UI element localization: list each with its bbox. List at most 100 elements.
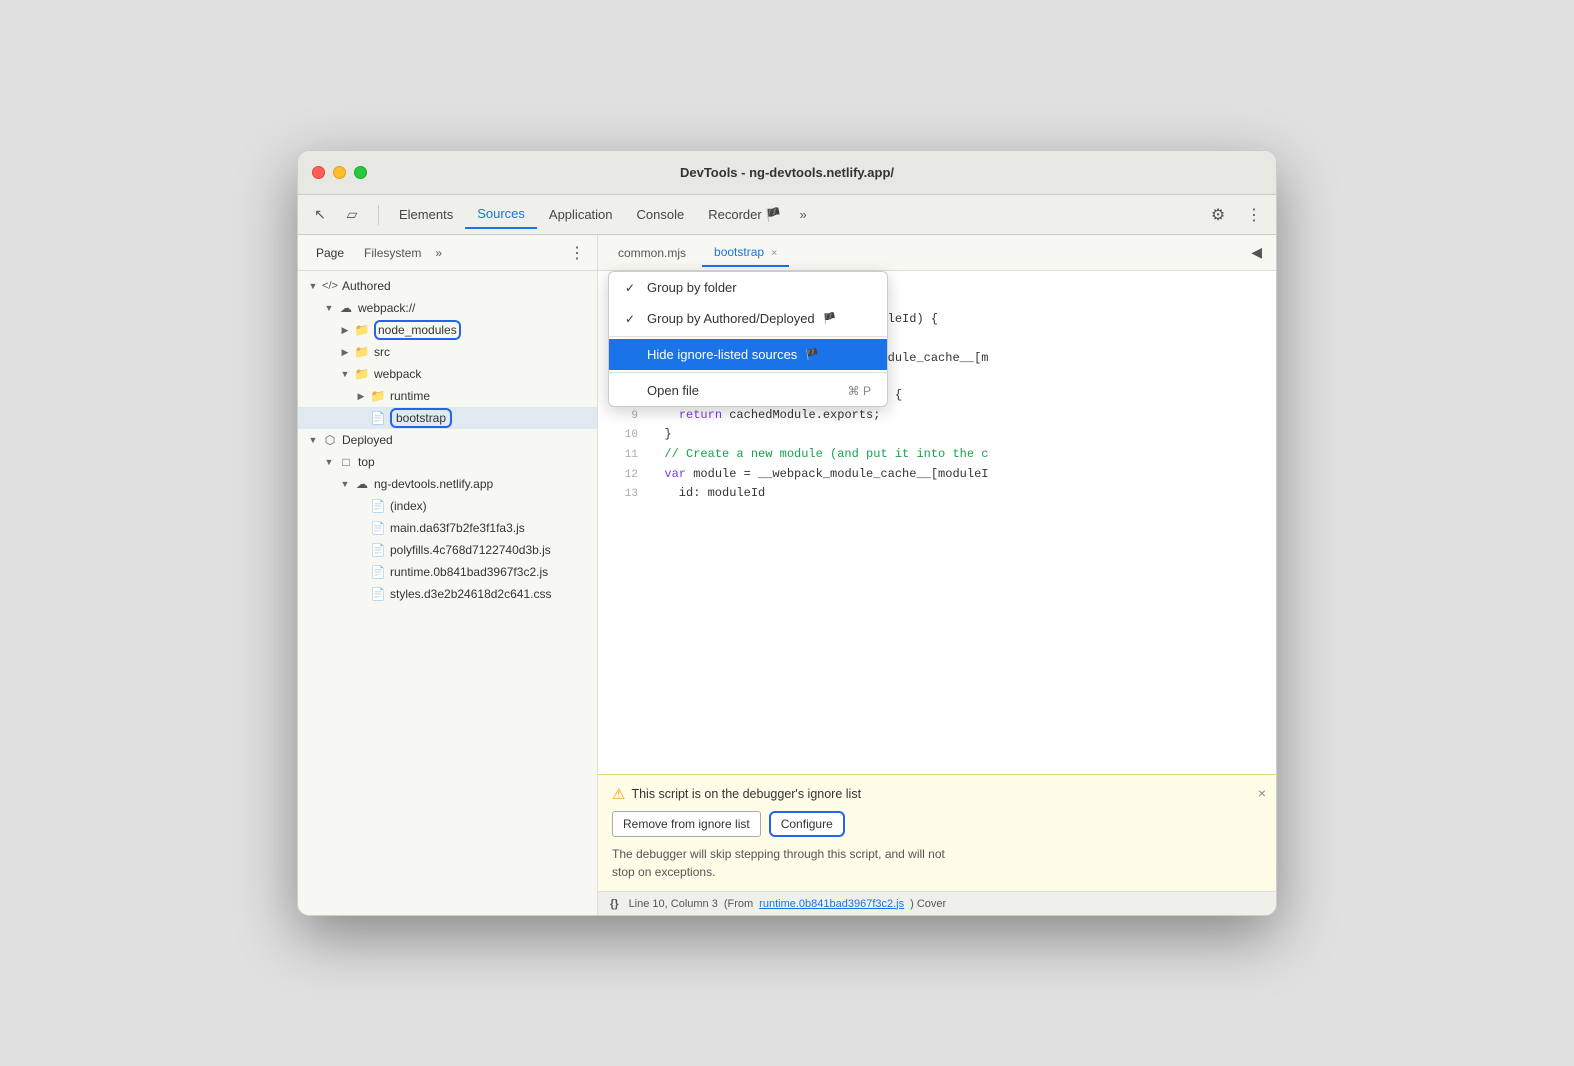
menu-item-label: Group by Authored/Deployed	[647, 311, 815, 326]
tree-arrow	[354, 521, 368, 535]
cloud-icon: ☁	[338, 300, 354, 316]
tree-polyfills-js[interactable]: 📄 polyfills.4c768d7122740d3b.js	[298, 539, 597, 561]
tab-divider	[378, 205, 379, 225]
tree-arrow: ▶	[338, 323, 352, 337]
devtools-window: DevTools - ng-devtools.netlify.app/ ↖ ▱ …	[297, 150, 1277, 916]
tree-label-circled: node_modules	[374, 320, 461, 340]
tab-settings-area: ⚙ ⋮	[1204, 201, 1268, 229]
file-tree: ▼ </> Authored ▼ ☁ webpack:// ▶ 📁 node_m…	[298, 271, 597, 915]
code-line: 12 var module = __webpack_module_cache__…	[598, 465, 1276, 485]
menu-hide-ignore-listed[interactable]: Hide ignore-listed sources 🏴	[609, 339, 887, 370]
configure-button[interactable]: Configure	[769, 811, 845, 837]
folder-icon: 📁	[354, 366, 370, 382]
sidebar-tab-filesystem[interactable]: Filesystem	[354, 240, 431, 266]
tab-label: common.mjs	[618, 246, 686, 260]
tree-runtime-js[interactable]: 📄 runtime.0b841bad3967f3c2.js	[298, 561, 597, 583]
menu-group-by-folder[interactable]: ✓ Group by folder	[609, 272, 887, 303]
tree-label: runtime.0b841bad3967f3c2.js	[390, 565, 548, 579]
tree-styles-css[interactable]: 📄 styles.d3e2b24618d2c641.css	[298, 583, 597, 605]
tab-elements[interactable]: Elements	[387, 201, 465, 228]
tab-console[interactable]: Console	[625, 201, 697, 228]
folder-icon: 📁	[354, 322, 370, 338]
maximize-button[interactable]	[354, 166, 367, 179]
warning-icon: ⚠	[612, 785, 625, 803]
tree-authored[interactable]: ▼ </> Authored	[298, 275, 597, 297]
menu-item-label: Group by folder	[647, 280, 737, 295]
tree-main-js[interactable]: 📄 main.da63f7b2fe3f1fa3.js	[298, 517, 597, 539]
more-options-icon[interactable]: ⋮	[1240, 201, 1268, 229]
ignore-banner-description: The debugger will skip stepping through …	[612, 845, 1262, 881]
ignore-banner-text: This script is on the debugger's ignore …	[631, 787, 861, 801]
tree-arrow: ▶	[338, 345, 352, 359]
code-line: 11 // Create a new module (and put it in…	[598, 445, 1276, 465]
tree-arrow	[354, 411, 368, 425]
settings-icon[interactable]: ⚙	[1204, 201, 1232, 229]
source-file-link[interactable]: runtime.0b841bad3967f3c2.js	[759, 898, 904, 910]
tree-arrow: ▼	[338, 477, 352, 491]
file-icon: 📄	[370, 520, 386, 536]
tree-bootstrap-file[interactable]: 📄 bootstrap	[298, 407, 597, 429]
tab-close-icon[interactable]: ×	[771, 248, 777, 259]
tree-label: (index)	[390, 499, 427, 513]
ignore-banner-title: ⚠ This script is on the debugger's ignor…	[612, 785, 1262, 803]
code-tag-icon: </>	[322, 278, 338, 294]
format-icon[interactable]: {}	[610, 898, 619, 910]
from-label: (From	[724, 898, 753, 910]
tree-top[interactable]: ▼ □ top	[298, 451, 597, 473]
tree-src[interactable]: ▶ 📁 src	[298, 341, 597, 363]
tree-label: Authored	[342, 279, 391, 293]
tree-deployed[interactable]: ▼ ⬡ Deployed	[298, 429, 597, 451]
menu-divider	[609, 372, 887, 373]
tree-netlify-domain[interactable]: ▼ ☁ ng-devtools.netlify.app	[298, 473, 597, 495]
tree-index[interactable]: 📄 (index)	[298, 495, 597, 517]
menu-group-by-authored[interactable]: ✓ Group by Authored/Deployed 🏴	[609, 303, 887, 334]
tab-common-mjs[interactable]: common.mjs	[606, 240, 698, 266]
tree-label: runtime	[390, 389, 430, 403]
device-icon[interactable]: ▱	[338, 201, 366, 229]
tree-webpack-folder[interactable]: ▼ 📁 webpack	[298, 363, 597, 385]
sidebar-tabs-more[interactable]: »	[431, 242, 446, 264]
tree-node-modules[interactable]: ▶ 📁 node_modules	[298, 319, 597, 341]
tree-arrow: ▼	[338, 367, 352, 381]
tab-application[interactable]: Application	[537, 201, 625, 228]
tab-bootstrap[interactable]: bootstrap ×	[702, 239, 789, 267]
sidebar: Page Filesystem » ⋮ ▼ </> Authored ▼ ☁ w…	[298, 235, 598, 915]
cloud-icon: ☁	[354, 476, 370, 492]
line-col-label: Line 10, Column 3	[629, 898, 718, 910]
sidebar-dots-icon[interactable]: ⋮	[565, 239, 589, 267]
tree-label: styles.d3e2b24618d2c641.css	[390, 587, 551, 601]
tabs-more-icon[interactable]: »	[793, 203, 812, 226]
close-banner-icon[interactable]: ×	[1258, 785, 1266, 801]
tree-label-circled-bootstrap: bootstrap	[390, 408, 452, 428]
cursor-icon[interactable]: ↖	[306, 201, 334, 229]
close-button[interactable]	[312, 166, 325, 179]
tree-arrow	[354, 587, 368, 601]
remove-from-ignore-list-button[interactable]: Remove from ignore list	[612, 811, 761, 837]
tab-recorder[interactable]: Recorder 🏴	[696, 201, 793, 229]
folder-icon: 📁	[354, 344, 370, 360]
tree-arrow: ▼	[306, 279, 320, 293]
box-icon: □	[338, 454, 354, 470]
folder-icon: 📁	[370, 388, 386, 404]
flag-icon: 🏴	[805, 348, 819, 361]
checkmark-icon: ✓	[625, 312, 639, 326]
code-panel: common.mjs bootstrap × ◀ // __webpack_mo…	[598, 235, 1276, 915]
tree-runtime-folder[interactable]: ▶ 📁 runtime	[298, 385, 597, 407]
minimize-button[interactable]	[333, 166, 346, 179]
tree-label: main.da63f7b2fe3f1fa3.js	[390, 521, 525, 535]
tree-arrow	[354, 543, 368, 557]
menu-item-label: Open file	[647, 383, 699, 398]
tab-sources[interactable]: Sources	[465, 200, 537, 229]
tab-label: bootstrap	[714, 245, 764, 259]
file-icon: 📄	[370, 542, 386, 558]
code-panel-back-icon[interactable]: ◀	[1245, 240, 1268, 265]
flag-icon: 🏴	[823, 312, 837, 325]
tree-webpack[interactable]: ▼ ☁ webpack://	[298, 297, 597, 319]
tree-label: top	[358, 455, 375, 469]
tree-arrow: ▶	[354, 389, 368, 403]
tree-arrow	[354, 565, 368, 579]
code-line: 10 }	[598, 425, 1276, 445]
sidebar-tab-page[interactable]: Page	[306, 240, 354, 266]
file-icon: 📄	[370, 564, 386, 580]
menu-open-file[interactable]: Open file ⌘ P	[609, 375, 887, 406]
